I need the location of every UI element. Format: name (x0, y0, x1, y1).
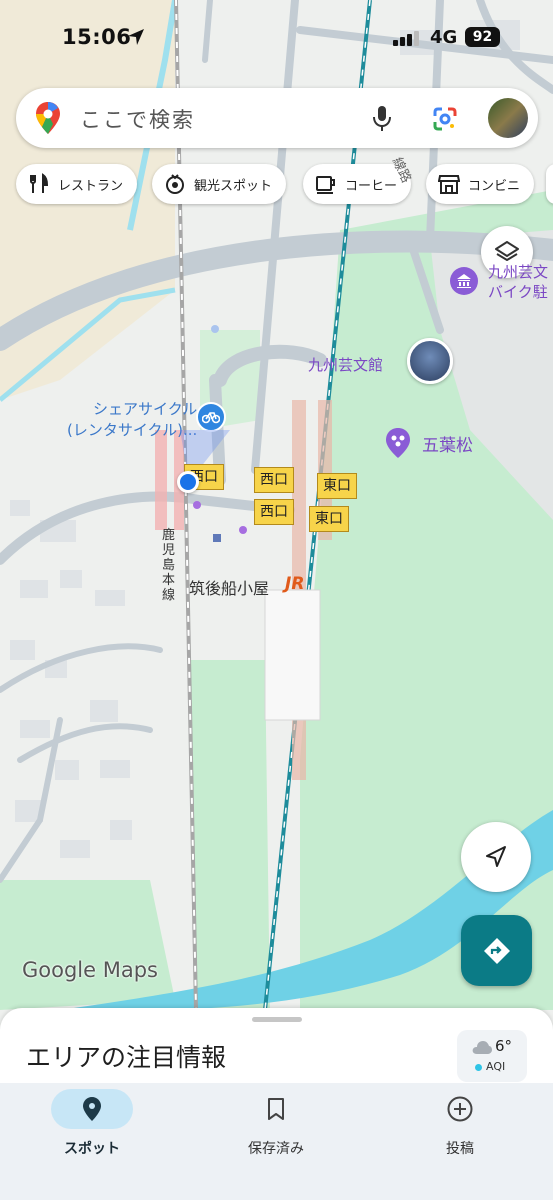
exit-east-1[interactable]: 東口 (317, 473, 357, 499)
directions-button[interactable] (461, 915, 532, 986)
nav-label: 保存済み (248, 1141, 304, 1157)
nav-icon-wrap (419, 1089, 501, 1129)
battery-icon: 92 (465, 27, 500, 47)
chip-label: 観光スポット (194, 178, 273, 194)
temperature: 6° (495, 1037, 513, 1055)
navigation-arrow-icon (486, 846, 506, 867)
location-pin-icon (83, 1097, 101, 1121)
bookmark-icon (268, 1098, 284, 1120)
search-bar[interactable]: ここで検索 (16, 88, 538, 148)
museum-marker[interactable] (450, 267, 478, 295)
aqi-label: AQI (486, 1060, 506, 1073)
microphone-icon[interactable] (372, 105, 392, 133)
coffee-cup-icon (316, 176, 335, 194)
map-view[interactable]: 15:06 4G 92 ここで検索 レストラン 観光スポット コーヒー コンビニ… (0, 0, 553, 1010)
exit-west-2[interactable]: 西口 (254, 467, 294, 493)
my-location-button[interactable] (461, 822, 531, 892)
sheet-title: エリアの注目情報 (26, 1043, 227, 1072)
camera-landmark-icon (166, 174, 184, 194)
park-marker-icon[interactable] (385, 428, 411, 458)
exit-west-3[interactable]: 西口 (254, 499, 294, 525)
chip-convenience[interactable]: コンビニ (426, 164, 535, 204)
weather-widget[interactable]: 6° AQI (457, 1030, 527, 1082)
nav-label: 投稿 (446, 1141, 474, 1157)
nav-active-pill (51, 1089, 133, 1129)
store-icon (438, 175, 460, 194)
place-label-top-right[interactable]: 九州芸文 バイク駐 (488, 262, 548, 302)
chip-label: コーヒー (345, 178, 398, 194)
chip-label: レストラン (58, 178, 124, 194)
signal-icon (393, 31, 419, 46)
location-arrow-icon (128, 29, 144, 45)
cloud-icon (472, 1041, 492, 1054)
google-maps-pin-icon (36, 102, 60, 134)
chip-more[interactable] (546, 164, 553, 204)
aqi-dot-icon (475, 1064, 482, 1071)
chip-label: コンビニ (468, 178, 521, 194)
nav-saved[interactable]: 保存済み (216, 1089, 336, 1158)
museum-icon (457, 274, 471, 288)
kyushu-geibunkan-photo[interactable] (407, 338, 453, 384)
chip-sightseeing[interactable]: 観光スポット (152, 164, 287, 204)
place-label-kyushu-geibunkan[interactable]: 九州芸文館 (308, 354, 383, 375)
bottom-navigation: スポット 保存済み 投稿 (0, 1083, 553, 1200)
search-input[interactable]: ここで検索 (80, 104, 195, 134)
status-bar: 15:06 4G 92 (0, 0, 553, 78)
avatar[interactable] (488, 98, 528, 138)
station-label[interactable]: 筑後船小屋 (189, 575, 269, 599)
nav-post[interactable]: 投稿 (400, 1089, 520, 1158)
plus-circle-icon (447, 1096, 473, 1122)
place-label-goyomatsu[interactable]: 五葉松 (422, 431, 473, 456)
rail-line-label: 鹿児島本線 (162, 528, 176, 603)
exit-east-2[interactable]: 東口 (309, 506, 349, 532)
jr-logo: JR (285, 574, 305, 594)
current-location-dot (177, 471, 199, 493)
chip-restaurant[interactable]: レストラン (16, 164, 138, 204)
status-time: 15:06 (62, 25, 132, 49)
nav-label: スポット (64, 1141, 120, 1157)
network-type: 4G (430, 27, 458, 48)
directions-icon (483, 937, 510, 964)
google-lens-icon[interactable] (432, 106, 458, 132)
google-maps-watermark: Google Maps (22, 958, 158, 982)
fork-knife-icon (30, 173, 49, 193)
nav-icon-wrap (235, 1089, 317, 1129)
sheet-drag-handle[interactable] (252, 1017, 302, 1022)
nav-spot[interactable]: スポット (32, 1089, 152, 1158)
